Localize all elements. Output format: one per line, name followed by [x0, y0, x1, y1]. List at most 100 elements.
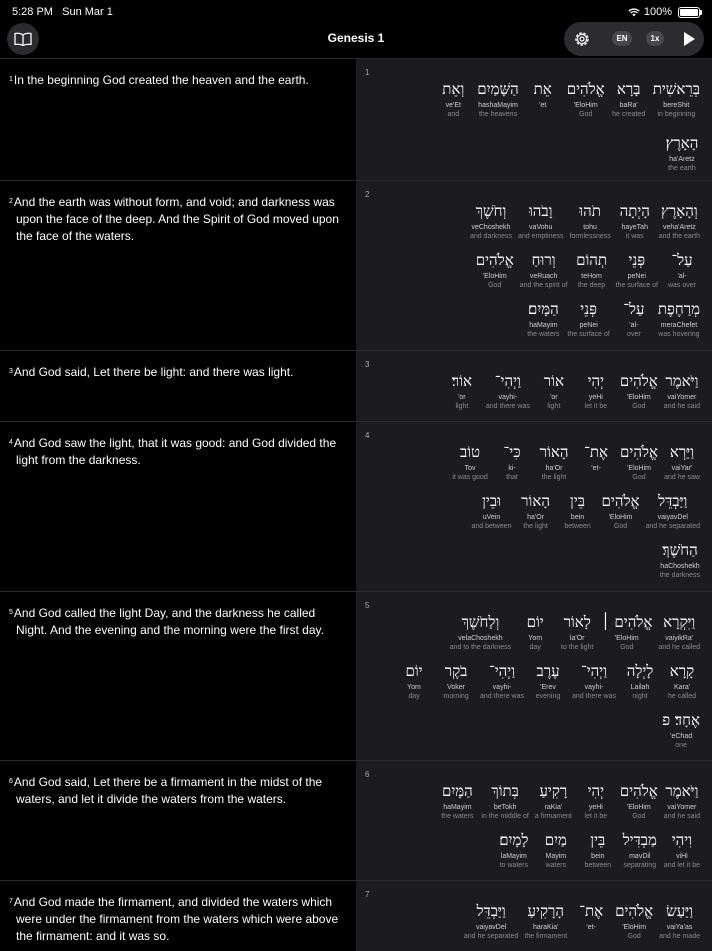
hebrew-word[interactable]: אֱלֹהִים ׀ 'ElоHim God [601, 612, 652, 651]
hebrew-word[interactable]: הָאוֹר ha'Or the light [536, 442, 572, 481]
hebrew-word[interactable]: הַשָּׁמַיִם hashaMayim the heavens [477, 79, 518, 118]
hebrew-word[interactable]: מַיִם Mayim waters [538, 830, 574, 869]
hebrew-word[interactable]: בֵּין bein between [580, 830, 616, 869]
hebrew-word[interactable]: אֱלֹהִים 'ElоHim God [602, 491, 640, 530]
hebrew-word[interactable]: אוֹר 'or light [536, 371, 572, 410]
transliteration: haChoshekh [660, 563, 700, 570]
english-panel[interactable]: 2And the earth was without form, and voi… [0, 181, 356, 351]
hebrew-word[interactable]: וַיַּעַשׂ vaiYa'as and he made [659, 901, 700, 940]
hebrew-word[interactable]: אֱלֹהִים 'ElоHim God [615, 901, 653, 940]
verse-row[interactable]: 4And God saw the light, that it was good… [0, 421, 712, 592]
transliteration: haMayim [529, 322, 558, 329]
hebrew-word[interactable]: עַל־ 'al-was over [664, 250, 700, 289]
hebrew-word[interactable]: אֱלֹהִים 'ElоHim God [620, 371, 658, 410]
hebrew-word[interactable]: וִיהִי viHi and let it be [664, 830, 700, 869]
hebrew-word[interactable]: יְהִי yeHi let it be [578, 371, 614, 410]
verse-row[interactable]: 1In the beginning God created the heaven… [0, 58, 712, 181]
play-button[interactable] [682, 31, 696, 52]
hebrew-word[interactable]: לָאוֹר la'Or to the light [559, 612, 595, 651]
transliteration: vayhi- [584, 684, 604, 691]
gloss: day [408, 693, 420, 700]
hebrew-word[interactable]: הַמָּיִם׃ haMayim the waters [525, 299, 561, 338]
english-panel[interactable]: 5And God called the light Day, and the d… [0, 592, 356, 761]
hebrew-word[interactable]: וְלַחֹשֶׁךְ velaChoshekh and to the darkne… [450, 612, 512, 651]
hebrew-word[interactable]: אֱלֹהִים 'ElоHim God [476, 250, 514, 289]
hebrew-word[interactable]: לָמָיִם׃ laMayim to waters [496, 830, 532, 869]
hebrew-word[interactable]: הָיְתָה hayeTah it was [617, 201, 653, 240]
hebrew-word[interactable]: בָּרָא baRa' he created [611, 79, 647, 118]
english-panel[interactable]: 7And God made the firmament, and divided… [0, 881, 356, 951]
gloss: and he separated [463, 933, 519, 940]
gloss: the waters [527, 331, 560, 338]
english-panel[interactable]: 6And God said, Let there be a firmament … [0, 761, 356, 881]
hebrew-word[interactable]: וַיֹּאמֶר vaiYomer and he said [664, 371, 700, 410]
hebrew-word[interactable]: הָאוֹר ha'Or the light [518, 491, 554, 530]
hebrew-word[interactable]: בֹקֶר Voker morning [438, 661, 474, 700]
hebrew-word[interactable]: בֵּין bein between [560, 491, 596, 530]
english-panel[interactable]: 4And God saw the light, that it was good… [0, 422, 356, 592]
hebrew-word[interactable]: וַיְהִי־ vayhi-and there was [480, 661, 524, 700]
hebrew-word[interactable]: פְּנֵי peNei the surface of [616, 250, 658, 289]
hebrew-word[interactable]: וַיַּבְדֵּל vaiyavDel and he separated [646, 491, 701, 530]
hebrew-word[interactable]: עַל־ 'al-over [616, 299, 652, 338]
hebrew-word[interactable]: יוֹם Yom day [517, 612, 553, 651]
hebrew-word[interactable]: יְהִי yeHi let it be [578, 781, 614, 820]
hebrew-word[interactable]: מְרַחֶפֶת meraChefet was hovering [658, 299, 700, 338]
english-panel[interactable]: 1In the beginning God created the heaven… [0, 59, 356, 181]
hebrew-word[interactable]: אוֹר׃ 'or light [444, 371, 480, 410]
verse-row[interactable]: 3And God said, Let there be light: and t… [0, 350, 712, 422]
hebrew-word[interactable]: יוֹם Yom day [396, 661, 432, 700]
verse-row[interactable]: 5And God called the light Day, and the d… [0, 591, 712, 761]
hebrew-word[interactable]: וַיְהִי־ vayhi-and there was [572, 661, 616, 700]
hebrew-word[interactable]: בְּתוֹךְ beTokh in the middle of [481, 781, 528, 820]
hebrew-word[interactable]: וַיַּבְדֵּל vaiyavDel and he separated [464, 901, 519, 940]
hebrew-word[interactable]: מַבְדִּיל mavDil separating [622, 830, 658, 869]
hebrew-word[interactable]: אֶת־ 'et- [573, 901, 609, 940]
hebrew-word[interactable]: עֶרֶב 'Erev evening [530, 661, 566, 700]
verse-row[interactable]: 6And God said, Let there be a firmament … [0, 760, 712, 881]
hebrew-word[interactable]: תְהוֹם teHom the deep [574, 250, 610, 289]
language-toggle[interactable]: EN [612, 31, 632, 46]
hebrew-word[interactable]: הַמָּיִם haMayim the waters [439, 781, 475, 820]
hebrew-word[interactable]: וָבֹהוּ vaVohu and emptiness [518, 201, 564, 240]
verse-row[interactable]: 2And the earth was without form, and voi… [0, 180, 712, 351]
hebrew-word[interactable]: רָקִיעַ raKia' a firmament [535, 781, 572, 820]
verse-number: 3 [9, 368, 13, 375]
transliteration: 'ElоHim [614, 635, 639, 642]
hebrew-word[interactable]: אֶחָד׃ פ 'eChad one [662, 710, 700, 749]
hebrew-word[interactable]: וְהָאָרֶץ veha'Aretz and the earth [659, 201, 700, 240]
hebrew-word[interactable]: וַיְהִי־ vayhi-and there was [486, 371, 530, 410]
hebrew-word[interactable]: וַיִּקְרָא vaiyikRa' and he called [658, 612, 700, 651]
hebrew-word[interactable]: אֱלֹהִים 'EloHim God [567, 79, 605, 118]
hebrew-word[interactable]: וְחֹשֶׁךְ veChoshekh and darkness [470, 201, 512, 240]
gloss: and he saw [664, 474, 700, 481]
hebrew-word[interactable]: טוֹב Tov it was good [452, 442, 488, 481]
hebrew-word[interactable]: הַחֹשֶׁךְ׃ haChoshekh the darkness [660, 540, 700, 579]
hebrew-text: קָרָא [669, 662, 695, 680]
hebrew-word[interactable]: תֹהוּ tohu formlessness [570, 201, 611, 240]
english-panel[interactable]: 3And God said, Let there be light: and t… [0, 351, 356, 422]
hebrew-word[interactable]: אֶת־ 'et- [578, 442, 614, 481]
hebrew-word[interactable]: אֵת 'et [525, 79, 561, 118]
transliteration: Yom [407, 684, 421, 691]
hebrew-word[interactable]: וַיֹּאמֶר vaiYomer and he said [664, 781, 700, 820]
speed-toggle[interactable]: 1x [646, 31, 664, 46]
gloss: between [584, 862, 612, 869]
hebrew-word[interactable]: בְּרֵאשִׁית bereShit in beginning [653, 79, 700, 118]
hebrew-word[interactable]: וְרוּחַ veRuach and the spirit of [520, 250, 568, 289]
hebrew-word[interactable]: פְּנֵי peNei the surface of [567, 299, 609, 338]
hebrew-word[interactable]: קָרָא Kara' he called [664, 661, 700, 700]
hebrew-word[interactable]: אֱלֹהִים 'ElоHim God [620, 442, 658, 481]
hebrew-word[interactable]: וַיַּרְא vaiYar' and he saw [664, 442, 700, 481]
hebrew-word[interactable]: וּבֵין uVein and between [471, 491, 511, 530]
gloss: and he made [659, 933, 700, 940]
gloss: that [506, 474, 518, 481]
hebrew-word[interactable]: אֱלֹהִים 'ElоHim God [620, 781, 658, 820]
hebrew-word[interactable]: הָרָקִיעַ haraKia' the firmament [524, 901, 567, 940]
hebrew-word[interactable]: וְאֵת ve'Et and [435, 79, 471, 118]
settings-button[interactable] [572, 29, 592, 54]
hebrew-word[interactable]: כִּי־ ki-that [494, 442, 530, 481]
hebrew-word[interactable]: לָיְלָה Lailah night [622, 661, 658, 700]
verse-row[interactable]: 7And God made the firmament, and divided… [0, 880, 712, 951]
hebrew-word[interactable]: הָאָרֶץ׃ ha'Aretz the earth [664, 133, 700, 172]
